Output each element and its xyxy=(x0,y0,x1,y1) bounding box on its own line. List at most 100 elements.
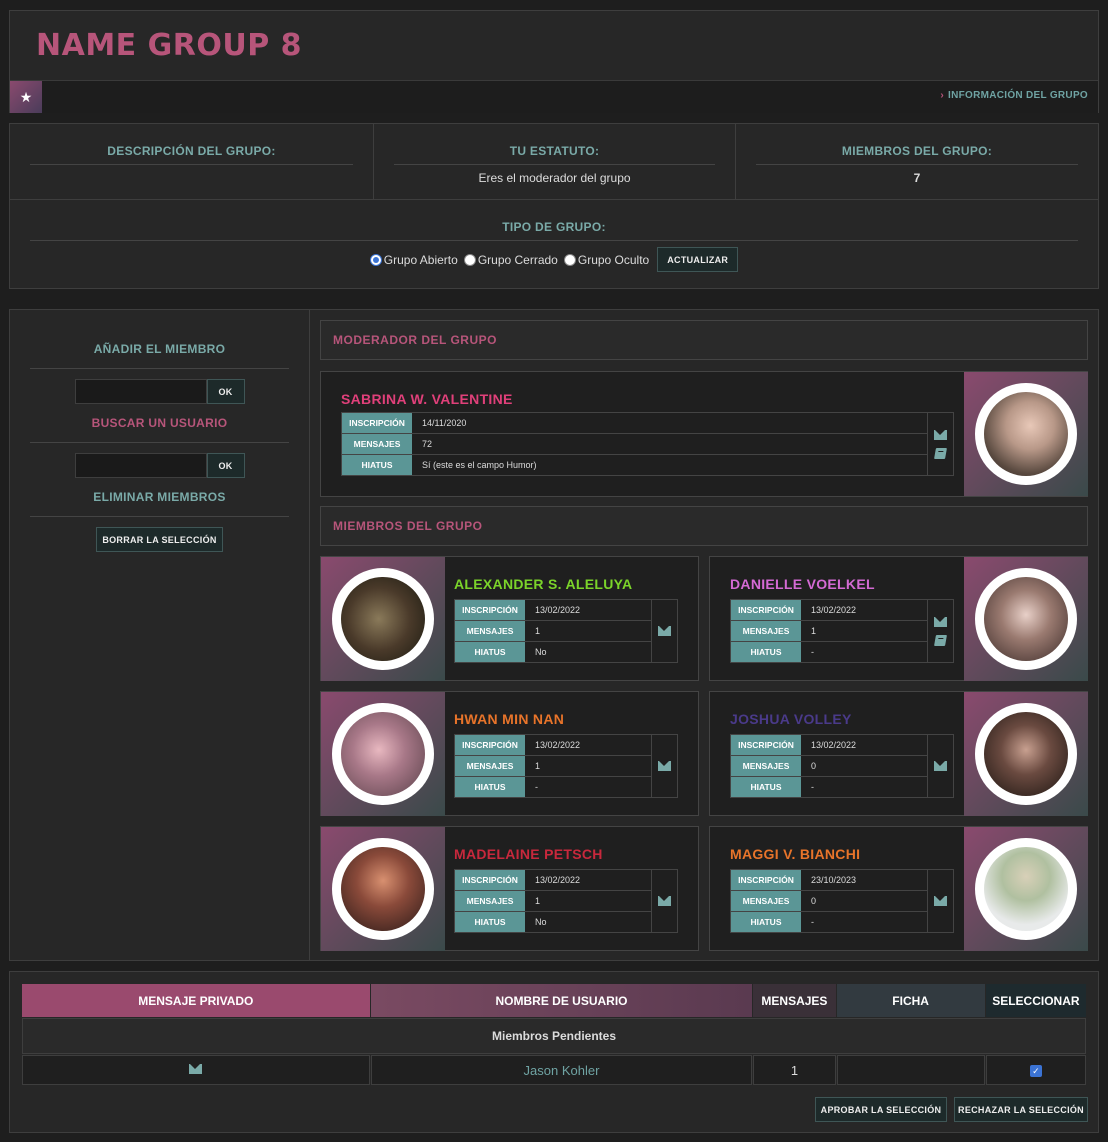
checkbox-checked-icon[interactable]: ✓ xyxy=(1029,1064,1042,1077)
envelope-icon[interactable] xyxy=(934,616,947,627)
sidebar-inner: AÑADIR EL MIEMBRO OK BUSCAR UN USUARIO O… xyxy=(30,342,289,552)
username-cell[interactable]: Jason Kohler xyxy=(370,1055,753,1085)
avatar-image[interactable] xyxy=(341,577,425,661)
col-private-message: MENSAJE PRIVADO xyxy=(22,984,370,1017)
star-icon[interactable]: ★ xyxy=(10,81,42,113)
divider xyxy=(30,164,353,165)
search-user-form: OK xyxy=(30,453,289,478)
moderator-name[interactable]: SABRINA W. VALENTINE xyxy=(341,391,513,407)
info-row-mensajes: MENSAJES 1 xyxy=(455,621,651,642)
member-card: MADELAINE PETSCH INSCRIPCIÓN 13/02/2022 MEN… xyxy=(320,826,699,951)
add-member-ok-button[interactable]: OK xyxy=(206,379,245,404)
radio-icon[interactable] xyxy=(563,253,576,266)
radio-grupo-cerrado[interactable]: Grupo Cerrado xyxy=(463,252,558,267)
approve-selection-button[interactable]: APROBAR LA SELECCIÓN xyxy=(815,1097,947,1122)
radio-grupo-abierto[interactable]: Grupo Abierto xyxy=(369,253,458,267)
table-row: Jason Kohler 1 ✓ xyxy=(22,1055,1086,1085)
info-row-inscripcion: INSCRIPCIÓN 13/02/2022 xyxy=(455,735,651,756)
radio-grupo-oculto[interactable]: Grupo Oculto xyxy=(563,253,649,267)
member-avatar xyxy=(321,827,445,951)
member-actions xyxy=(927,600,953,662)
book-icon[interactable] xyxy=(934,634,947,646)
info-key: MENSAJES xyxy=(731,891,801,911)
info-value: 1 xyxy=(525,891,651,911)
info-key: HIATUS xyxy=(455,642,525,662)
info-row-inscripcion: INSCRIPCIÓN 23/10/2023 xyxy=(731,870,927,891)
info-value: No xyxy=(525,912,651,932)
reject-selection-button[interactable]: RECHAZAR LA SELECCIÓN xyxy=(954,1097,1088,1122)
avatar-image[interactable] xyxy=(341,847,425,931)
member-name[interactable]: ALEXANDER S. ALELUYA xyxy=(454,576,632,592)
info-value: 1 xyxy=(801,621,927,641)
info-value: 72 xyxy=(412,434,927,454)
messages-cell: 1 xyxy=(753,1055,836,1085)
member-name[interactable]: HWAN MIN NAN xyxy=(454,711,564,727)
envelope-icon[interactable] xyxy=(658,626,671,636)
info-row-mensajes: MENSAJES 0 xyxy=(731,891,927,912)
update-button[interactable]: ACTUALIZAR xyxy=(657,247,739,272)
envelope-icon[interactable] xyxy=(658,761,671,771)
info-value: Sí (este es el campo Humor) xyxy=(412,455,927,475)
moderator-card: SABRINA W. VALENTINE INSCRIPCIÓN 14/11/20… xyxy=(320,371,1088,497)
info-row-inscripcion: INSCRIPCIÓN 13/02/2022 xyxy=(455,870,651,891)
member-actions xyxy=(651,600,677,662)
envelope-icon[interactable] xyxy=(189,1064,203,1074)
avatar-image[interactable] xyxy=(341,712,425,796)
status-column: TU ESTATUTO: Eres el moderador del grupo xyxy=(374,124,736,199)
divider xyxy=(30,516,289,517)
radio-checked-icon[interactable] xyxy=(369,253,382,266)
envelope-icon[interactable] xyxy=(934,761,947,771)
members-main: MODERADOR DEL GRUPO SABRINA W. VALENTINE… xyxy=(309,309,1099,961)
envelope-icon[interactable] xyxy=(658,896,671,906)
book-icon[interactable] xyxy=(934,447,947,459)
search-user-input[interactable] xyxy=(74,453,207,478)
delete-selection-button[interactable]: BORRAR LA SELECCIÓN xyxy=(96,527,223,552)
member-name[interactable]: DANIELLE VOELKEL xyxy=(730,576,875,592)
group-type-inner: TIPO DE GRUPO: Grupo Abierto Grupo Cerra… xyxy=(30,220,1078,272)
info-row-mensajes: MENSAJES 1 xyxy=(731,621,927,642)
avatar-image[interactable] xyxy=(984,712,1068,796)
member-name[interactable]: MAGGI V. BIANCHI xyxy=(730,846,860,862)
member-avatar xyxy=(964,692,1088,816)
search-user-ok-button[interactable]: OK xyxy=(206,453,245,478)
group-info-label: INFORMACIÓN DEL GRUPO xyxy=(947,90,1088,101)
select-cell: ✓ xyxy=(985,1055,1086,1085)
member-avatar xyxy=(964,557,1088,681)
info-row-inscripcion: INSCRIPCIÓN 13/02/2022 xyxy=(455,600,651,621)
info-key: HIATUS xyxy=(731,777,801,797)
divider xyxy=(30,368,289,369)
envelope-icon[interactable] xyxy=(934,429,947,440)
member-actions xyxy=(927,870,953,932)
info-value: 14/11/2020 xyxy=(412,413,927,433)
envelope-icon[interactable] xyxy=(934,896,947,906)
member-name[interactable]: MADELAINE PETSCH xyxy=(454,846,603,862)
members-section-title: MIEMBROS DEL GRUPO xyxy=(320,506,1088,546)
col-username: NOMBRE DE USUARIO xyxy=(370,984,753,1017)
member-actions xyxy=(651,870,677,932)
group-info-link[interactable]: › INFORMACIÓN DEL GRUPO xyxy=(940,90,1088,101)
info-key: MENSAJES xyxy=(342,434,412,454)
info-value: No xyxy=(525,642,651,662)
info-key: MENSAJES xyxy=(455,756,525,776)
member-card: MAGGI V. BIANCHI INSCRIPCIÓN 23/10/2023 MEN… xyxy=(709,826,1088,951)
info-row-mensajes: MENSAJES 72 xyxy=(342,434,927,455)
avatar-image[interactable] xyxy=(984,392,1068,476)
radio-label: Grupo Cerrado xyxy=(477,252,558,267)
info-key: HIATUS xyxy=(731,642,801,662)
info-key: HIATUS xyxy=(455,912,525,932)
add-member-label: AÑADIR EL MIEMBRO xyxy=(93,342,226,356)
member-avatar xyxy=(321,692,445,816)
group-type-row: TIPO DE GRUPO: Grupo Abierto Grupo Cerra… xyxy=(10,199,1098,289)
info-key: HIATUS xyxy=(342,455,412,475)
member-info-table: INSCRIPCIÓN 13/02/2022 MENSAJES 1 HIATUS - xyxy=(454,734,678,798)
avatar-image[interactable] xyxy=(984,577,1068,661)
member-name[interactable]: JOSHUA VOLLEY xyxy=(730,711,852,727)
group-type-label: TIPO DE GRUPO: xyxy=(502,220,606,234)
avatar-image[interactable] xyxy=(984,847,1068,931)
info-value: 13/02/2022 xyxy=(801,735,927,755)
divider xyxy=(30,240,1078,241)
divider xyxy=(30,442,289,443)
radio-icon[interactable] xyxy=(463,253,476,266)
col-messages: MENSAJES xyxy=(753,984,836,1017)
add-member-input[interactable] xyxy=(74,379,207,404)
